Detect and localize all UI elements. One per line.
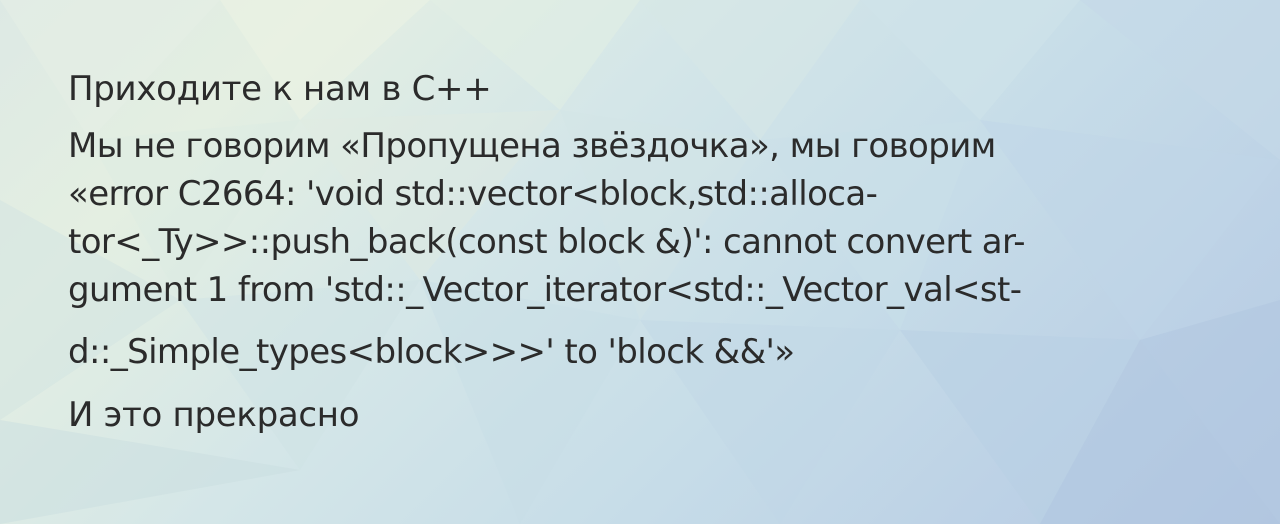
body-line-4: gument 1 from 'std::_Vector_iterator<std… — [68, 270, 1022, 310]
body-line-1: Мы не говорим «Пропущена звёздочка», мы … — [68, 126, 996, 166]
content: Приходите к нам в C++ Мы не говорим «Про… — [68, 66, 1228, 438]
body-line-5: d::_Simple_types<block>>>' to 'block &&'… — [68, 332, 795, 372]
body-line-2: «error C2664: 'void std::vector<block,st… — [68, 174, 878, 214]
body-line-3: tor<_Ty>>::push_back(const block &)': ca… — [68, 222, 1026, 262]
headline: Приходите к нам в C++ — [68, 69, 492, 109]
slide: Приходите к нам в C++ Мы не говорим «Про… — [0, 0, 1280, 524]
closing-line: И это прекрасно — [68, 395, 360, 435]
